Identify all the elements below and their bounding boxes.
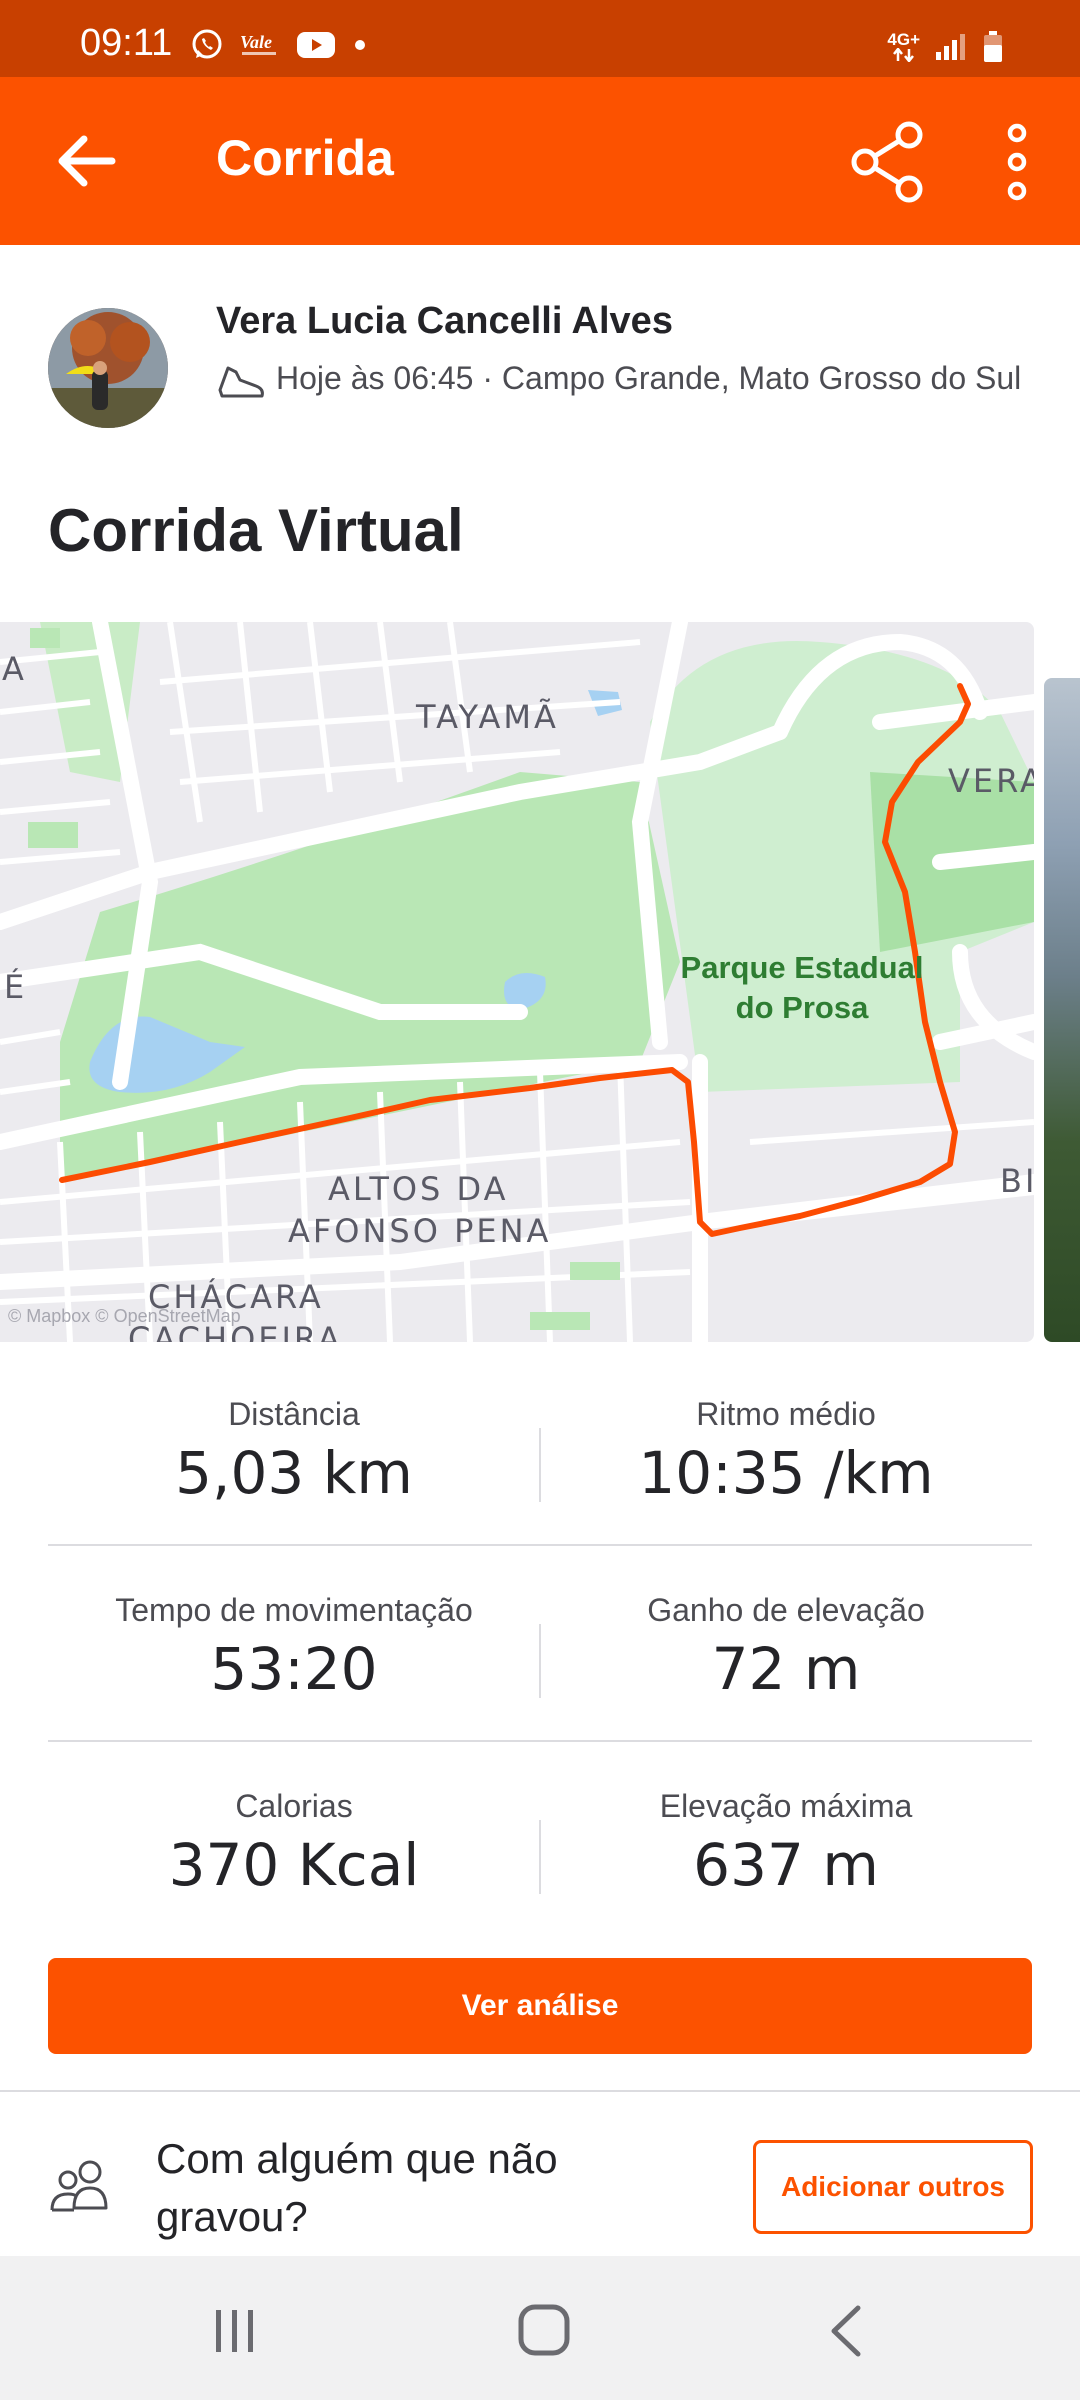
route-map[interactable]: TAYAMÃ ALTOS DA AFONSO PENA CHÁCARA CACH…	[0, 622, 1034, 1342]
stat-label: Ganho de elevação	[647, 1592, 925, 1628]
map-label-edge-b: BI	[1000, 1162, 1034, 1200]
battery-icon	[984, 31, 1002, 62]
view-analysis-button[interactable]: Ver análise	[48, 1958, 1032, 2054]
park-label-line1: Parque Estadual	[680, 950, 924, 985]
share-icon[interactable]	[845, 119, 935, 205]
whatsapp-icon	[192, 29, 222, 59]
section-divider	[0, 2090, 1080, 2092]
avatar[interactable]	[48, 308, 168, 428]
park-label-line2: do Prosa	[735, 990, 869, 1025]
network-indicator: 4G+	[887, 30, 920, 62]
youtube-icon	[297, 32, 335, 58]
back-icon[interactable]	[826, 2304, 866, 2358]
stat-calories: Calorias 370 Kcal	[48, 1742, 540, 1936]
avatar-photo	[48, 308, 168, 428]
map-label-park: Parque Estadual do Prosa	[672, 948, 932, 1028]
stat-elevation-gain: Ganho de elevação 72 m	[540, 1546, 1032, 1740]
map-label-vera: VERA	[948, 762, 1034, 800]
stat-distance: Distância 5,03 km	[48, 1350, 540, 1544]
stat-value: 637 m	[693, 1831, 879, 1899]
more-vert-icon[interactable]	[992, 119, 1042, 205]
map-label-tayama: TAYAMÃ	[416, 698, 559, 736]
stat-value: 10:35 /km	[638, 1439, 934, 1507]
map-label-altos: ALTOS DA	[328, 1170, 509, 1208]
home-icon[interactable]	[516, 2302, 572, 2358]
app-title: Corrida	[216, 130, 394, 186]
tag-prompt-text: Com alguém que não gravou?	[156, 2135, 558, 2240]
data-arrows-icon	[892, 48, 914, 62]
stat-value: 72 m	[711, 1635, 861, 1703]
signal-icon	[936, 34, 965, 60]
stat-label: Elevação máxima	[659, 1788, 913, 1824]
stats-row: Calorias 370 Kcal Elevação máxima 637 m	[48, 1740, 1032, 1936]
svg-text:Vale: Vale	[240, 32, 272, 52]
add-others-button[interactable]: Adicionar outros	[753, 2140, 1033, 2234]
activity-title: Corrida Virtual	[48, 497, 464, 564]
status-system-icons: 4G+	[887, 30, 1004, 64]
stat-moving-time: Tempo de movimentação 53:20	[48, 1546, 540, 1740]
stats-row: Distância 5,03 km Ritmo médio 10:35 /km	[48, 1350, 1032, 1544]
activity-photo-preview[interactable]	[1044, 678, 1080, 1342]
stat-value: 370 Kcal	[168, 1831, 420, 1899]
map-label-edge-e: É	[4, 968, 28, 1006]
status-bar: 09:11 Vale 4G+	[0, 0, 1080, 77]
athlete-name[interactable]: Vera Lucia Cancelli Alves	[216, 300, 673, 343]
map-label-edge-a: A	[2, 650, 27, 688]
status-time: 09:11	[80, 22, 173, 64]
shoe-icon	[218, 366, 264, 398]
stats-row: Tempo de movimentação 53:20 Ganho de ele…	[48, 1544, 1032, 1740]
back-arrow-icon[interactable]	[48, 121, 128, 201]
stat-label: Distância	[228, 1396, 360, 1432]
stats-grid: Distância 5,03 km Ritmo médio 10:35 /km …	[48, 1350, 1032, 1936]
network-type: 4G+	[887, 30, 920, 49]
vale-app-icon: Vale	[240, 32, 276, 55]
notification-dot-icon	[355, 40, 365, 50]
stat-label: Tempo de movimentação	[115, 1592, 473, 1628]
recent-apps-icon[interactable]	[210, 2306, 260, 2356]
system-nav-bar	[0, 2256, 1080, 2400]
people-icon	[50, 2160, 108, 2212]
app-bar: Corrida	[0, 77, 1080, 245]
stat-pace: Ritmo médio 10:35 /km	[540, 1350, 1032, 1544]
status-notification-icons: Vale	[190, 28, 370, 62]
stat-max-elevation: Elevação máxima 637 m	[540, 1742, 1032, 1936]
activity-date-location: Hoje às 06:45 · Campo Grande, Mato Gross…	[276, 360, 1022, 396]
stat-label: Calorias	[235, 1788, 353, 1824]
stat-value: 53:20	[210, 1635, 378, 1703]
map-attribution[interactable]: © Mapbox © OpenStreetMap	[8, 1306, 241, 1327]
stat-label: Ritmo médio	[696, 1396, 876, 1432]
map-label-afonso-pena: AFONSO PENA	[288, 1212, 552, 1250]
stat-value: 5,03 km	[175, 1439, 413, 1507]
